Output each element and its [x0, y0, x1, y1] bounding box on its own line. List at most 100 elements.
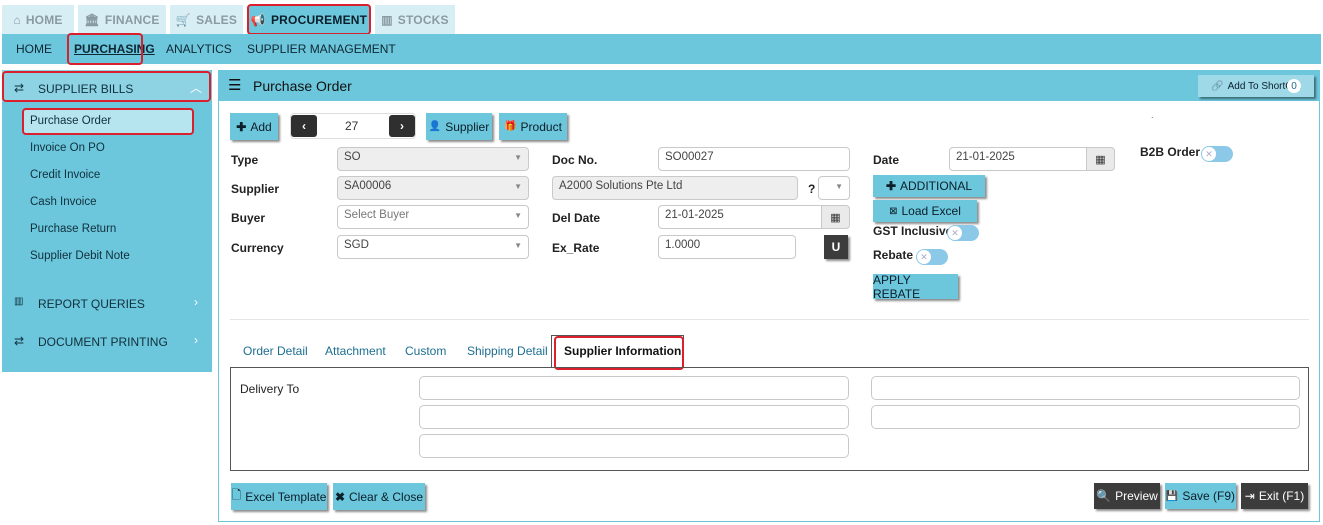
b2b-order-toggle[interactable]: ✕ [1201, 146, 1233, 162]
excel-template-button[interactable]: 🗋 Excel Template [231, 483, 327, 510]
supplier-label: Supplier [231, 182, 280, 196]
save-label: Save (F9) [1182, 489, 1236, 503]
currency-select[interactable]: SGD ▼ [337, 235, 529, 259]
ex-rate-input[interactable]: 1.0000 [658, 235, 796, 259]
caret-down-icon: ▼ [835, 182, 843, 191]
swap-icon: ⇄ [14, 334, 25, 348]
supplier-name-input[interactable]: A2000 Solutions Pte Ltd [552, 176, 798, 200]
tab-finance[interactable]: 🏛 FINANCE [78, 5, 166, 34]
cart-icon: 🛒 [175, 12, 192, 27]
chevron-right-icon: › [400, 119, 404, 133]
load-excel-button[interactable]: ⊠ Load Excel [873, 200, 977, 222]
del-date-calendar-button[interactable]: ▦ [822, 205, 850, 229]
record-number[interactable]: 27 [345, 119, 358, 133]
b2b-order-label: B2B Order [1140, 145, 1201, 159]
type-label: Type [231, 153, 259, 167]
update-rate-button[interactable]: U [824, 235, 848, 259]
page-header: ☰ Purchase Order [218, 70, 1320, 101]
currency-label: Currency [231, 241, 284, 255]
delivery-address-line-4[interactable] [871, 376, 1300, 400]
supplier-extra-select[interactable]: ▼ [818, 176, 850, 200]
date-input[interactable]: 21-01-2025 [949, 147, 1087, 171]
tab-stocks[interactable]: ▥ STOCKS [375, 5, 455, 34]
excel-template-label: Excel Template [245, 489, 327, 504]
supplier-select[interactable]: SA00006 ▼ [337, 176, 529, 200]
tab-procurement[interactable]: 📢 PROCUREMENT [247, 4, 371, 35]
type-select[interactable]: SO ▼ [337, 147, 529, 171]
calendar-icon: ▦ [830, 211, 841, 224]
swap-icon: ⇄ [14, 81, 25, 95]
sidebar-item-supplier-debit-note[interactable]: Supplier Debit Note [30, 250, 130, 262]
sidebar-section-report-queries[interactable]: ▥ REPORT QUERIES › [2, 289, 212, 317]
preview-button[interactable]: 🔍 Preview [1094, 483, 1160, 509]
delivery-address-line-3[interactable] [419, 434, 849, 458]
close-icon: ✕ [1202, 147, 1216, 161]
date-calendar-button[interactable]: ▦ [1087, 147, 1115, 171]
tab-attachment[interactable]: Attachment [325, 344, 386, 358]
clear-close-button[interactable]: ✖ Clear & Close [333, 483, 425, 510]
subnav-analytics[interactable]: ANALYTICS [166, 42, 232, 56]
plus-icon: ✚ [236, 119, 247, 134]
previous-record-button[interactable]: ‹ [291, 115, 317, 137]
gst-inclusive-label: GST Inclusive [873, 224, 953, 238]
additional-button[interactable]: ✚ ADDITIONAL [873, 175, 985, 197]
chevron-right-icon: › [194, 333, 198, 347]
save-button[interactable]: 💾 Save (F9) [1165, 483, 1236, 509]
ex-rate-value: 1.0000 [665, 239, 701, 251]
load-excel-button-label: Load Excel [901, 204, 961, 218]
next-record-button[interactable]: › [389, 115, 415, 137]
caret-down-icon: ▼ [514, 182, 522, 191]
subnav-home[interactable]: HOME [16, 42, 52, 56]
delivery-address-line-2[interactable] [419, 405, 849, 429]
delivery-to-label: Delivery To [240, 382, 300, 396]
exit-button[interactable]: ⇥ Exit (F1) [1241, 483, 1308, 509]
apply-rebate-button[interactable]: APPLY REBATE [873, 273, 958, 301]
buyer-placeholder: Select Buyer [344, 209, 410, 221]
sidebar-item-credit-invoice[interactable]: Credit Invoice [30, 169, 100, 181]
del-date-input[interactable]: 21-01-2025 [658, 205, 822, 229]
menu-icon[interactable]: ☰ [228, 76, 241, 94]
file-icon: 🗋 [231, 488, 242, 502]
supplier-button-label: Supplier [445, 119, 490, 134]
supplier-value: SA00006 [344, 180, 392, 192]
tab-shipping-detail[interactable]: Shipping Detail [467, 344, 548, 358]
supplier-button[interactable]: 👤 Supplier [426, 113, 492, 140]
tab-home[interactable]: ⌂ HOME [2, 5, 74, 34]
tab-sales[interactable]: 🛒 SALES [170, 5, 243, 34]
doc-no-input[interactable]: SO00027 [658, 147, 850, 171]
sidebar-item-purchase-return[interactable]: Purchase Return [30, 223, 116, 235]
rebate-toggle[interactable]: ✕ [916, 249, 948, 265]
subnav-supplier-management[interactable]: SUPPLIER MANAGEMENT [247, 42, 396, 56]
stray-dot: . [1151, 110, 1154, 120]
sidebar-item-purchase-order[interactable]: Purchase Order [30, 115, 111, 127]
gst-inclusive-toggle[interactable]: ✕ [947, 225, 979, 241]
tab-custom[interactable]: Custom [405, 344, 446, 358]
buyer-select[interactable]: Select Buyer ▼ [337, 205, 529, 229]
supplier-help-mark: ? [808, 182, 816, 196]
tab-sales-label: SALES [196, 12, 238, 27]
tab-procurement-label: PROCUREMENT [270, 12, 368, 27]
subnav-purchasing[interactable]: PURCHASING [74, 42, 155, 56]
sidebar-item-invoice-on-po[interactable]: Invoice On PO [30, 142, 105, 154]
close-icon: ✕ [948, 226, 962, 240]
tab-order-detail[interactable]: Order Detail [243, 344, 308, 358]
add-button-label: Add [250, 119, 272, 134]
gift-icon: 🎁 [504, 121, 517, 132]
delivery-address-line-5[interactable] [871, 405, 1300, 429]
delivery-address-line-1[interactable] [419, 376, 849, 400]
sidebar-section-label: DOCUMENT PRINTING [38, 335, 168, 349]
sidebar-section-document-printing[interactable]: ⇄ DOCUMENT PRINTING › [2, 327, 212, 355]
sidebar-item-cash-invoice[interactable]: Cash Invoice [30, 196, 96, 208]
user-icon: 👤 [428, 121, 442, 132]
sidebar-section-supplier-bills[interactable]: ⇄ SUPPLIER BILLS ︿ [2, 70, 210, 102]
sign-out-icon: ⇥ [1244, 489, 1255, 503]
product-button[interactable]: 🎁 Product [499, 113, 567, 140]
megaphone-icon: 📢 [250, 12, 266, 27]
shortcut-count-badge: 0 [1287, 79, 1301, 93]
date-label: Date [873, 153, 900, 167]
sidebar-section-label: SUPPLIER BILLS [38, 82, 134, 96]
add-button[interactable]: ✚ Add [230, 113, 278, 140]
tab-supplier-information[interactable]: Supplier Information [564, 344, 681, 358]
plus-icon: ✚ [885, 179, 897, 193]
page-title: Purchase Order [253, 78, 352, 94]
